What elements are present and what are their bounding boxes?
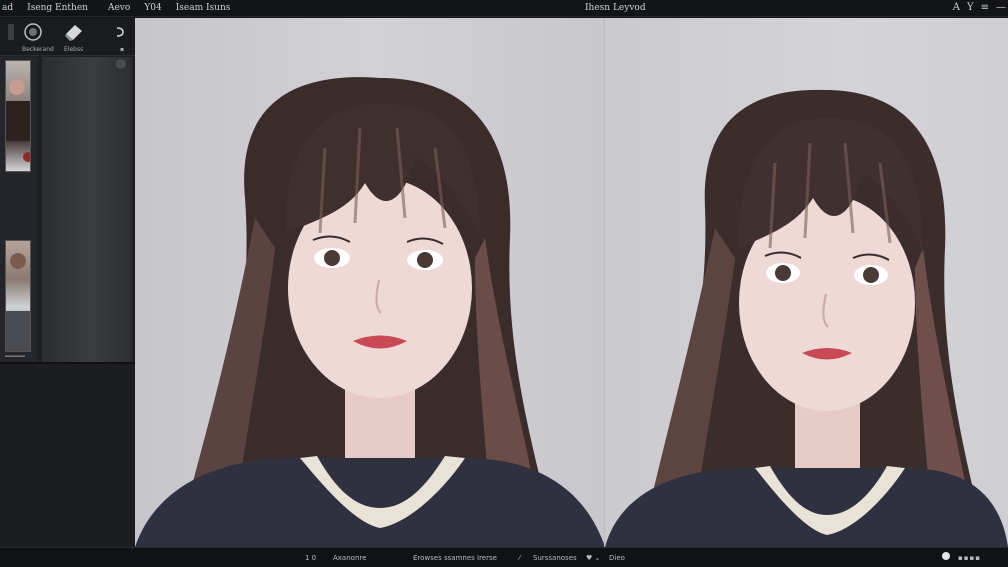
status-end: Dieo [609,554,625,562]
heart-icon[interactable]: ♥ ⌄ [586,554,600,562]
menu-item-2[interactable]: Iseng Enthen [27,3,88,13]
tool-strip: Beckerand Elebss ▪ [0,18,135,56]
tool-label-1: Beckerand [22,46,54,53]
thumbnail-column: ▬▬▬▬ [0,57,38,362]
status-left-text: Axanonre [333,554,367,562]
portrait-original [135,77,605,547]
more-dots-icon[interactable]: ▪▪▪▪ [958,554,981,562]
link-icon[interactable] [108,21,132,43]
menu-item-3[interactable]: Aevo [108,3,130,13]
eraser-icon[interactable] [62,21,86,43]
left-lower-panel [0,364,135,547]
menu-item-4[interactable]: Y04 [144,3,161,13]
menu-item-1[interactable]: ad [2,3,13,13]
menu-icon[interactable]: ≡ [981,2,989,13]
thumbnail-2[interactable] [5,240,31,352]
document-title: Ihesn Leyvod [585,3,646,13]
pen-icon[interactable]: ⁄ [519,554,520,562]
filter-icon[interactable]: Y [967,2,974,13]
circle-toggle-icon[interactable] [941,551,951,563]
menu-item-5[interactable]: Iseam Isuns [176,3,231,13]
top-menu-bar: ad Iseng Enthen Aevo Y04 Iseam Isuns Ihe… [0,0,1008,17]
status-info: Surssanoses [533,554,577,562]
font-icon[interactable]: A [953,2,960,13]
portrait-edited [605,89,1008,547]
edited-image-pane[interactable] [605,18,1008,547]
thumbnail-caption: ▬▬▬▬ [5,353,25,359]
original-image-pane[interactable] [135,18,605,547]
image-canvas[interactable] [135,18,1008,547]
app-window: ad Iseng Enthen Aevo Y04 Iseam Isuns Ihe… [0,0,1008,567]
menu-bar: ad Iseng Enthen Aevo Y04 Iseam Isuns [0,3,230,13]
status-mid-text: Erowses ssamnes Irerse [413,554,497,562]
more-icon[interactable]: ▪ [120,46,124,53]
minimize-icon[interactable]: — [996,2,1006,13]
status-bar: 1 0 Axanonre Erowses ssamnes Irerse ⁄ Su… [0,547,1008,567]
preview-panel [42,57,132,362]
lens-icon[interactable] [21,21,45,43]
left-panel: Beckerand Elebss ▪ ▬▬▬▬ [0,18,135,547]
window-controls: A Y ≡ — [953,2,1006,13]
zoom-level[interactable]: 1 0 [305,554,316,562]
tool-label-2: Elebss [64,46,84,53]
thumbnail-1[interactable] [5,60,31,172]
